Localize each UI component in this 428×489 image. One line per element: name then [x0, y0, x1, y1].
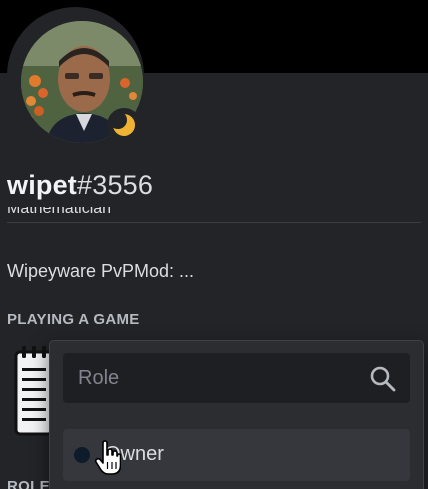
bio-text: Wipeyware PvPMod: ... — [7, 261, 195, 281]
username-discriminator: #3556 — [77, 170, 154, 200]
hand-pointer-cursor-icon — [95, 440, 121, 475]
status-indicator — [107, 108, 141, 142]
role-search-box[interactable] — [63, 353, 410, 403]
username: wipet#3556 — [7, 170, 153, 201]
user-profile-screen: wipet#3556 Mathematician Wipeyware PvPMo… — [0, 0, 428, 489]
role-search-input[interactable] — [63, 353, 368, 403]
about-text-clipped: Mathematician — [7, 207, 112, 217]
avatar-frame[interactable] — [7, 7, 144, 144]
idle-moon-icon — [109, 111, 135, 136]
game-notepad-icon — [14, 346, 54, 436]
activity-heading: PLAYING A GAME — [7, 311, 140, 328]
username-name: wipet — [7, 170, 78, 200]
search-icon — [370, 366, 396, 392]
divider — [7, 222, 421, 223]
role-color-dot — [74, 447, 90, 463]
